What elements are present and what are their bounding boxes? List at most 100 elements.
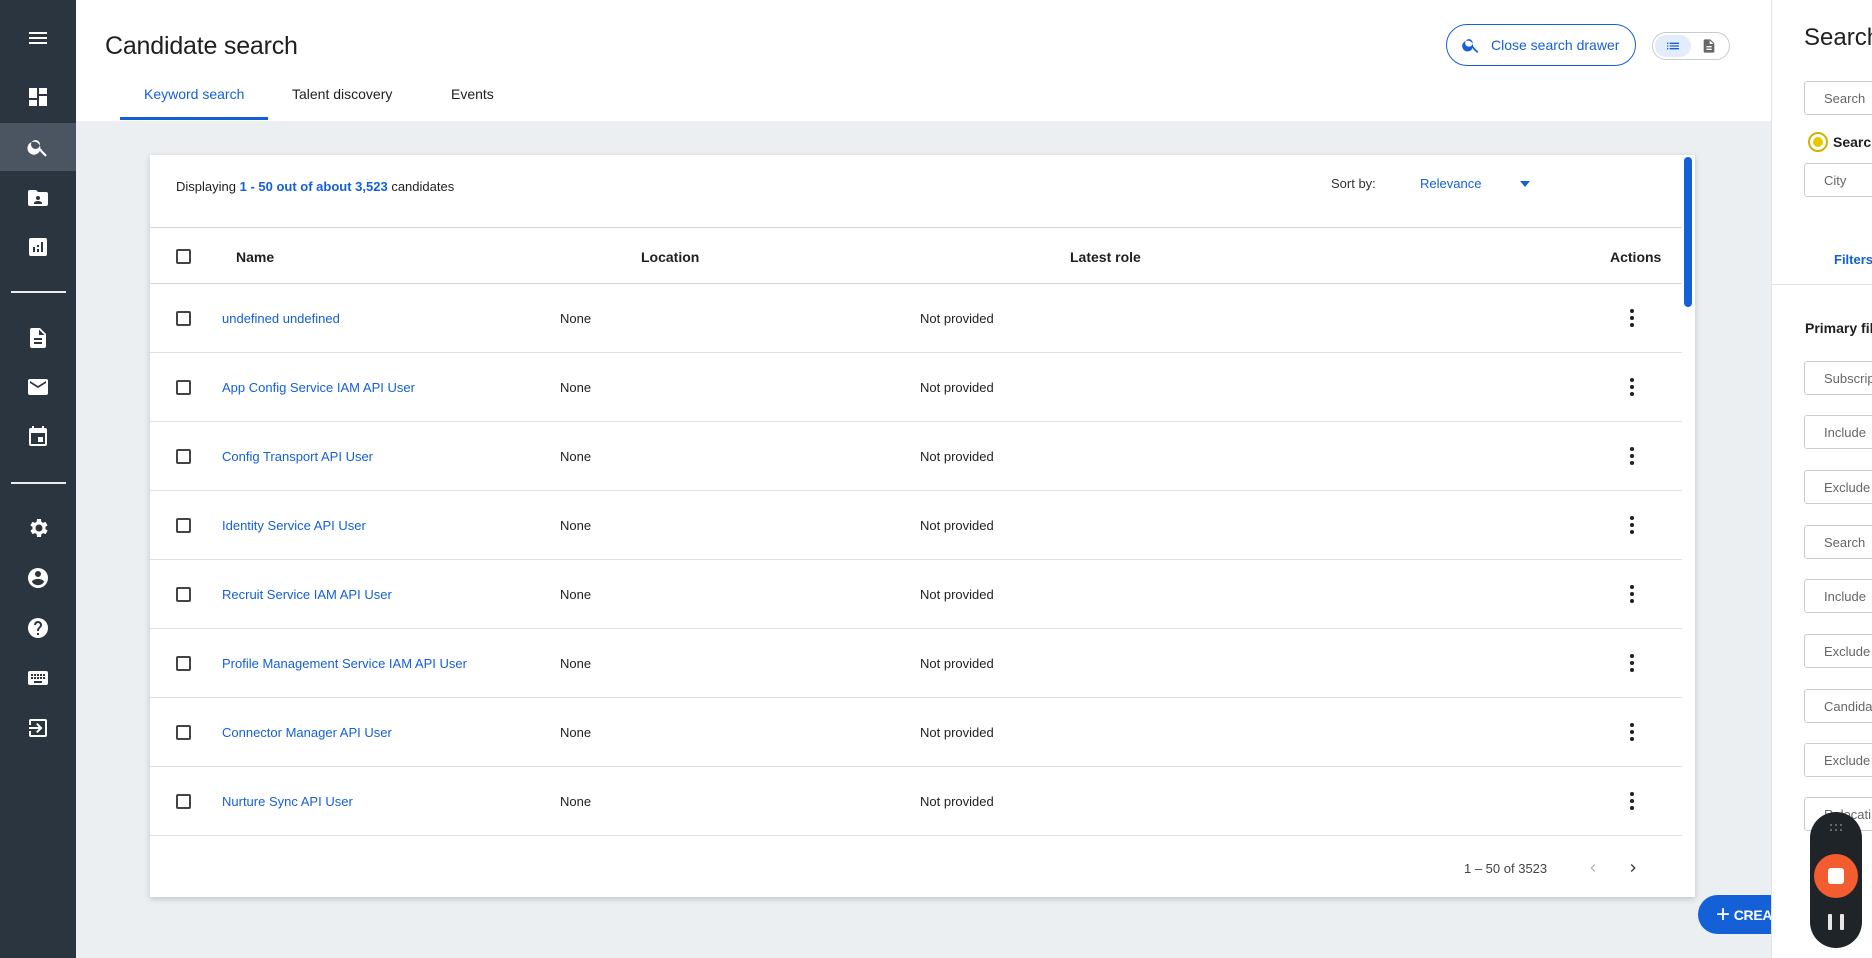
filter-field[interactable]: Search — [1804, 525, 1872, 559]
row-checkbox[interactable] — [176, 794, 191, 809]
document-view-button[interactable] — [1691, 35, 1727, 57]
more-vert-icon — [1630, 516, 1634, 520]
next-page-button[interactable] — [1622, 857, 1644, 879]
tab-keyword-search[interactable]: Keyword search — [144, 86, 244, 102]
candidate-name-link[interactable]: Recruit Service IAM API User — [222, 587, 392, 602]
sidebar-item-keyboard-shortcuts[interactable] — [0, 654, 76, 702]
mail-icon — [28, 379, 48, 395]
row-actions-button[interactable] — [1622, 444, 1642, 468]
row-checkbox[interactable] — [176, 656, 191, 671]
stop-icon — [1828, 868, 1844, 884]
help-icon — [28, 618, 48, 638]
sidebar-item-help[interactable] — [0, 604, 76, 652]
row-checkbox[interactable] — [176, 518, 191, 533]
sort-select[interactable]: Relevance — [1420, 169, 1540, 199]
filter-field[interactable]: Subscrip — [1804, 361, 1872, 395]
candidate-name-link[interactable]: Connector Manager API User — [222, 725, 392, 740]
search-icon — [1462, 39, 1479, 53]
candidate-name-link[interactable]: Nurture Sync API User — [222, 794, 353, 809]
previous-page-button[interactable] — [1582, 857, 1604, 879]
row-actions-button[interactable] — [1622, 720, 1642, 744]
table-row: Profile Management Service IAM API User N… — [150, 629, 1682, 698]
logout-icon — [29, 719, 47, 737]
menu-icon — [29, 32, 47, 44]
dashboard-icon — [29, 88, 47, 106]
close-search-drawer-button[interactable]: Close search drawer — [1446, 24, 1636, 66]
account-icon — [28, 568, 48, 588]
candidate-location: None — [560, 725, 592, 740]
select-all-checkbox[interactable] — [176, 249, 191, 264]
city-input[interactable]: City — [1804, 163, 1872, 197]
sidebar-item-calendar[interactable] — [0, 413, 76, 461]
filter-field[interactable]: Exclude — [1804, 470, 1872, 504]
row-checkbox[interactable] — [176, 380, 191, 395]
column-header-name[interactable]: Name — [236, 249, 274, 265]
row-actions-button[interactable] — [1622, 513, 1642, 537]
main-content: Candidate search Keyword search Talent d… — [76, 0, 1848, 958]
candidate-latest-role: Not provided — [920, 725, 994, 740]
filter-field[interactable]: Candida — [1804, 689, 1872, 723]
more-vert-icon — [1630, 723, 1634, 727]
filter-field[interactable]: Include — [1804, 579, 1872, 613]
candidate-name-link[interactable]: Profile Management Service IAM API User — [222, 656, 467, 671]
more-vert-icon — [1630, 447, 1634, 451]
sidebar-item-mail[interactable] — [0, 363, 76, 411]
tab-events[interactable]: Events — [451, 86, 494, 102]
filter-field[interactable]: Exclude — [1804, 634, 1872, 668]
row-checkbox[interactable] — [176, 449, 191, 464]
scrollbar-thumb[interactable] — [1684, 157, 1692, 307]
row-checkbox[interactable] — [176, 725, 191, 740]
candidate-latest-role: Not provided — [920, 380, 994, 395]
chevron-right-icon — [1630, 864, 1636, 872]
close-search-drawer-label: Close search drawer — [1491, 37, 1620, 53]
pagination-range: 1 – 50 of 3523 — [1464, 861, 1548, 876]
more-vert-icon — [1630, 654, 1634, 658]
row-actions-button[interactable] — [1622, 789, 1642, 813]
primary-filters-title: Primary fil — [1805, 320, 1872, 336]
row-actions-button[interactable] — [1622, 582, 1642, 606]
sidebar-item-search[interactable] — [0, 123, 76, 171]
document-icon — [30, 328, 46, 348]
sidebar-item-settings[interactable] — [0, 504, 76, 552]
filter-field[interactable]: Exclude — [1804, 743, 1872, 777]
row-actions-button[interactable] — [1622, 375, 1642, 399]
candidate-latest-role: Not provided — [920, 518, 994, 533]
candidate-location: None — [560, 518, 592, 533]
document-icon — [1703, 39, 1715, 53]
keyboard-icon — [28, 671, 48, 685]
filter-field[interactable]: Include — [1804, 415, 1872, 449]
candidate-location: None — [560, 311, 592, 326]
summary-suffix: candidates — [391, 179, 455, 194]
sidebar-item-contacts[interactable] — [0, 174, 76, 222]
page-header: Candidate search Keyword search Talent d… — [76, 0, 1771, 121]
candidate-name-link[interactable]: Config Transport API User — [222, 449, 373, 464]
tab-talent-discovery[interactable]: Talent discovery — [292, 86, 392, 102]
table-header: Name Location Latest role Actions — [150, 227, 1682, 284]
sort-label: Sort by: — [1331, 176, 1376, 191]
row-checkbox[interactable] — [176, 311, 191, 326]
row-actions-button[interactable] — [1622, 306, 1642, 330]
stop-recording-button[interactable] — [1814, 854, 1858, 898]
candidate-latest-role: Not provided — [920, 311, 994, 326]
list-view-button[interactable] — [1655, 35, 1691, 57]
pause-recording-button[interactable] — [1828, 914, 1844, 930]
sidebar-item-dashboard[interactable] — [0, 73, 76, 121]
row-actions-button[interactable] — [1622, 651, 1642, 675]
sidebar-item-logout[interactable] — [0, 704, 76, 752]
menu-button[interactable] — [0, 14, 76, 62]
search-radio[interactable] — [1808, 132, 1828, 152]
sidebar-item-documents[interactable] — [0, 314, 76, 362]
candidate-location: None — [560, 656, 592, 671]
tab-filters[interactable]: Filters — [1834, 252, 1872, 267]
candidate-name-link[interactable]: App Config Service IAM API User — [222, 380, 415, 395]
column-header-location[interactable]: Location — [641, 249, 699, 265]
column-header-latest-role[interactable]: Latest role — [1070, 249, 1141, 265]
sidebar-item-analytics[interactable] — [0, 223, 76, 271]
sidebar-item-account[interactable] — [0, 554, 76, 602]
drawer-search-input[interactable]: Search — [1804, 81, 1872, 115]
candidate-name-link[interactable]: undefined undefined — [222, 311, 340, 326]
row-checkbox[interactable] — [176, 587, 191, 602]
drag-handle-icon[interactable] — [1830, 824, 1844, 834]
candidate-name-link[interactable]: Identity Service API User — [222, 518, 366, 533]
more-vert-icon — [1630, 309, 1634, 313]
